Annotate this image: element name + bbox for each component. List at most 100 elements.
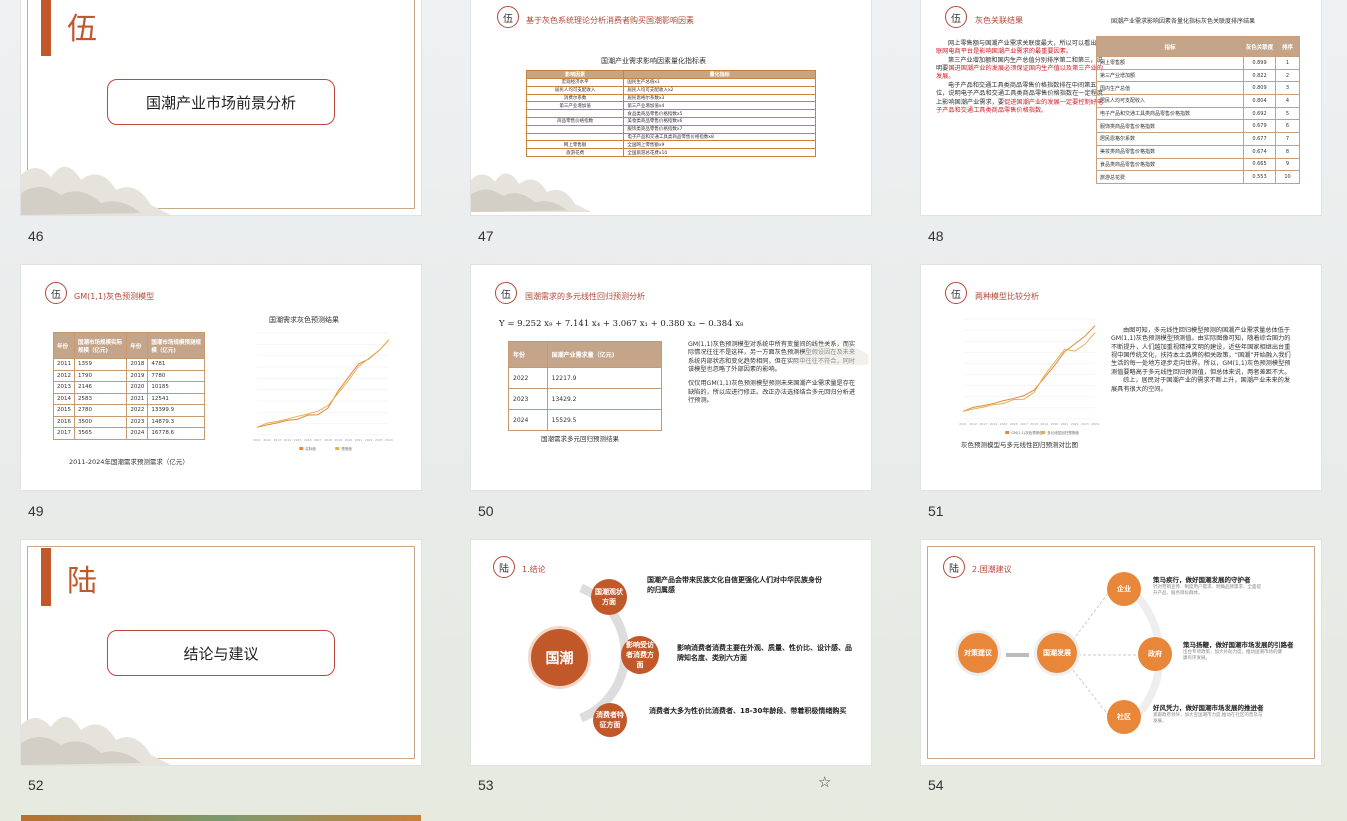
table-cell: 7780 <box>147 369 205 382</box>
x-tick-label: 2014 <box>990 422 998 426</box>
slide-55-preview[interactable] <box>21 815 421 821</box>
slide-number: 46 <box>28 228 44 244</box>
x-tick-label: 2013 <box>979 422 987 426</box>
slide-52[interactable]: 陆 结论与建议 <box>21 540 421 765</box>
legend-swatch <box>299 447 304 450</box>
slide-46[interactable]: 伍 国潮产业市场前景分析 <box>21 0 421 215</box>
table-cell: 15529.5 <box>546 409 663 431</box>
table-cell: 10 <box>1275 170 1300 184</box>
x-tick-label: 2022 <box>365 438 373 442</box>
x-tick-label: 2018 <box>1030 422 1038 426</box>
landscape-decoration <box>21 716 171 765</box>
table-cell: 2024 <box>126 427 149 440</box>
chart-title: 国潮需求灰色预测结果 <box>269 316 339 324</box>
section-circle: 伍 <box>495 282 517 304</box>
x-tick-label: 2023 <box>375 438 383 442</box>
table-cell: 商品零售价格指数 <box>525 116 625 126</box>
table-cell: 2019 <box>126 369 149 382</box>
table-cell: 2023 <box>508 388 548 410</box>
table-cell: 消费尔系数 <box>525 93 625 103</box>
section-char: 陆 <box>67 564 97 599</box>
table-cell: 2021 <box>126 392 149 405</box>
series-line-0 <box>256 339 390 428</box>
legend-swatch <box>335 447 340 450</box>
section-circle: 陆 <box>493 556 515 578</box>
table-header: 国潮市场规模预测规模（亿元) <box>147 332 205 359</box>
table-cell: 国民生产总值x1 <box>623 78 816 87</box>
table-cell: 国内生产总值 <box>1096 81 1244 96</box>
table-cell: 2016 <box>53 415 75 428</box>
table-cell: 旅游花费 <box>525 148 625 157</box>
slide-number: 52 <box>28 777 44 793</box>
slide-number: 51 <box>928 503 944 519</box>
x-tick-label: 2011 <box>253 438 261 442</box>
section-char: 伍 <box>67 12 97 47</box>
x-tick-label: 2015 <box>1000 422 1008 426</box>
body-text: 由图可知，多元线性回归模型预测的国潮产业需求量总体低于GM(1,1)灰色预测模型… <box>1111 327 1296 394</box>
table-cell: 食品类商品零售价格指数x5 <box>623 109 816 118</box>
slide-number: 47 <box>478 228 494 244</box>
table-cell: 13399.9 <box>147 404 205 417</box>
table-cell: 1359 <box>73 358 128 371</box>
section-bar <box>41 548 51 606</box>
node-consumer: 消费者特征方面 <box>593 703 627 737</box>
table-cell: 0.665 <box>1243 157 1276 172</box>
table-header: 排序 <box>1275 36 1300 57</box>
x-tick-label: 2016 <box>1010 422 1018 426</box>
table-cell: 8 <box>1275 144 1300 159</box>
advice-sub-2: 出台专项政策，加大补助力度，推动国潮市场的健康有序发展。 <box>1183 650 1282 662</box>
slide-53[interactable]: 陆 1.结论 国潮 国潮观状方面 影响受访者消费方面 消费者特征方面 国潮产品会… <box>471 540 871 765</box>
section-circle: 伍 <box>945 6 967 28</box>
table-cell: 2018 <box>126 358 149 371</box>
advice-sub-1: 针对营销宣传、制度用户需求、明确品牌需求、全面提升产品、服务目标群体。 <box>1153 585 1261 597</box>
legend-label: 预测值 <box>341 446 352 451</box>
table-row: 居民恩格尔系数 0.677 7 <box>1096 132 1300 146</box>
slide-51[interactable]: 伍 两种模型比较分析 2011 2012 2013 2014 2015 2016 2017 2… <box>921 265 1321 490</box>
table-cell: 3500 <box>73 415 128 428</box>
table-row: 2013 2146 2020 10185 <box>53 381 205 394</box>
table-cell: 食品类商品零售价格指数 <box>1096 157 1244 172</box>
relation-table: 指标 灰色关联度 排序 网上零售额 0.899 1 第三产业增加额 0.822 2 国内生产总值… <box>1096 36 1300 184</box>
star-icon[interactable]: ☆ <box>818 773 831 791</box>
table-cell: 3 <box>1275 81 1300 96</box>
x-tick-label: 2019 <box>334 438 342 442</box>
regression-equation: Y = 9.252 x₉ + 7.141 x₄ + 3.067 x₁ + 0.3… <box>499 319 744 329</box>
landscape-decoration <box>21 166 171 215</box>
table-cell: 2020 <box>126 381 149 394</box>
table-row: 电子产品和交通工具类商品零售价格指数x8 <box>525 132 816 142</box>
slide-47[interactable]: 伍 基于灰色系统理论分析消费者购买国潮影响因素 国潮产业需求影响因素量化指标表 … <box>471 0 871 215</box>
slide-title: 基于灰色系统理论分析消费者购买国潮影响因素 <box>526 16 694 25</box>
series-line-1 <box>962 332 1096 412</box>
table-cell: 居民恩格尔系数 <box>1096 132 1244 146</box>
table-row: 美妆类商品零售价格指数 0.674 8 <box>1096 144 1300 159</box>
slide-number: 49 <box>28 503 44 519</box>
table-header: 年份 <box>508 341 548 368</box>
slide-54[interactable]: 陆 2.国潮建议 对策建议 国潮发展 企业 政府 社区 策马疾行，做好国潮发展的… <box>921 540 1321 765</box>
table-title: 国潮产业需求影响因素各量化指标灰色关联度排序结果 <box>1111 18 1256 25</box>
section-circle: 伍 <box>497 6 519 28</box>
x-tick-label: 2014 <box>284 438 292 442</box>
node-development: 国潮发展 <box>1034 630 1080 676</box>
node-consumption: 影响受访者消费方面 <box>621 636 659 674</box>
table-row: 宏观经济水平 国民生产总值x1 <box>525 78 816 87</box>
table-row: 旅游总花费 0.553 10 <box>1096 170 1300 184</box>
table-cell: 5 <box>1275 106 1300 121</box>
slide-48[interactable]: 伍 灰色关联结果 网上零售额与国潮产业需求关联度最大，所以可以看出互联网电商平台… <box>921 0 1321 215</box>
table-cell: 2 <box>1275 68 1300 83</box>
table-row: 服饰类商品零售价格指数x7 <box>525 124 816 134</box>
grey-forecast-chart: 2011 2012 2013 2014 2015 2016 2017 2018 2019 2020… <box>253 332 393 451</box>
table-row: 2016 3500 2023 14879.3 <box>53 415 205 428</box>
table-row: 国内生产总值 0.809 3 <box>1096 81 1300 96</box>
x-tick-label: 2021 <box>1061 422 1069 426</box>
table-header: 量化指标 <box>623 70 816 79</box>
table-cell: 2023 <box>126 415 149 428</box>
legend-label: 多元线性回归预测值 <box>1047 430 1079 435</box>
advice-head-3: 好风凭力，做好国潮市场发展的推进者 <box>1153 704 1264 712</box>
slide-49[interactable]: 伍 GM(1,1)灰色预测模型 年份 国潮市场规模实际规模（亿元) 年份 国潮市场规模… <box>21 265 421 490</box>
table-cell: 0.899 <box>1243 56 1276 70</box>
table-header: 灰色关联度 <box>1243 36 1276 57</box>
table-row: 网上零售额 全国网上零售额x9 <box>525 140 816 150</box>
table-cell: 0.809 <box>1243 81 1276 96</box>
x-tick-label: 2018 <box>324 438 332 442</box>
slide-50[interactable]: 伍 国潮需求的多元线性回归预测分析 Y = 9.252 x₉ + 7.141 x… <box>471 265 871 490</box>
